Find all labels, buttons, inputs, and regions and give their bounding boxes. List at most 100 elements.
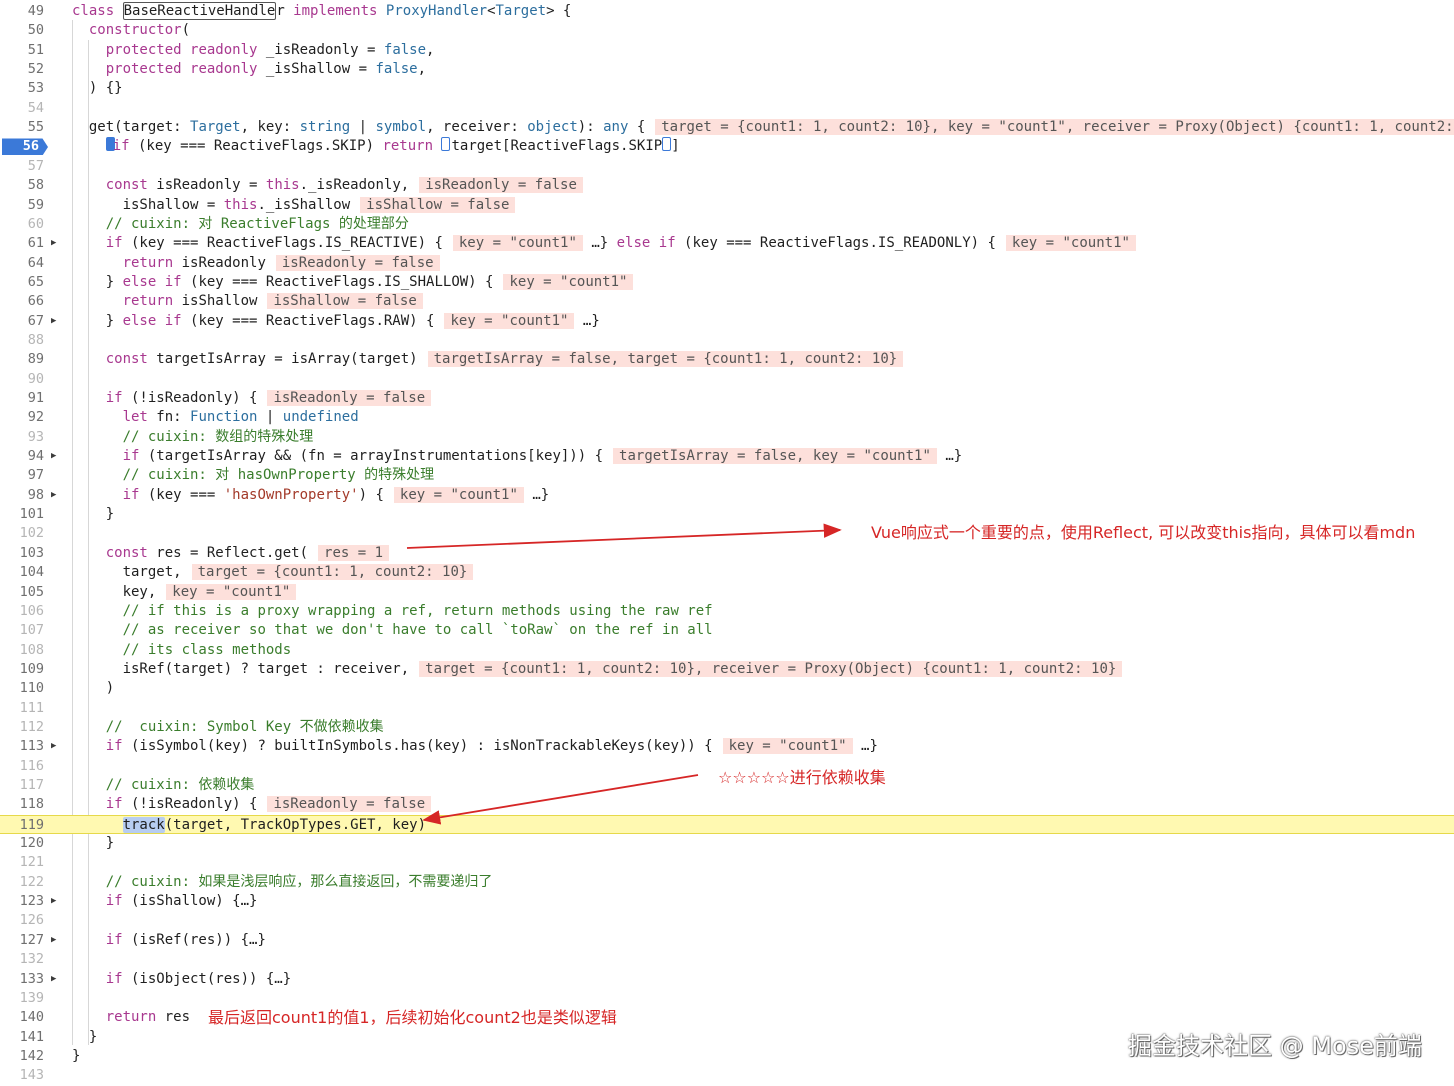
- fold-toggle-icon[interactable]: ▶: [51, 737, 61, 756]
- line-number[interactable]: 104: [0, 563, 44, 582]
- line-number[interactable]: 49: [0, 2, 44, 21]
- code-line-51[interactable]: 51 protected readonly _isReadonly = fals…: [0, 41, 1454, 60]
- code-line-53[interactable]: 53 ) {}: [0, 79, 1454, 98]
- code-line-143[interactable]: 143: [0, 1066, 1454, 1085]
- line-number[interactable]: 132: [0, 950, 44, 969]
- code-line-50[interactable]: 50 constructor(: [0, 21, 1454, 40]
- line-number[interactable]: 113: [0, 737, 44, 756]
- line-number[interactable]: 58: [0, 176, 44, 195]
- line-number[interactable]: 112: [0, 718, 44, 737]
- line-number[interactable]: 61: [0, 234, 44, 253]
- code-line-90[interactable]: 90: [0, 370, 1454, 389]
- line-number[interactable]: 122: [0, 873, 44, 892]
- fold-toggle-icon[interactable]: ▶: [51, 892, 61, 911]
- line-number[interactable]: 89: [0, 350, 44, 369]
- line-number[interactable]: 121: [0, 853, 44, 872]
- line-number[interactable]: 94: [0, 447, 44, 466]
- code-line-121[interactable]: 121: [0, 853, 1454, 872]
- line-number[interactable]: 127: [0, 931, 44, 950]
- code-line-97[interactable]: 97 // cuixin: 对 hasOwnProperty 的特殊处理: [0, 466, 1454, 485]
- line-number[interactable]: 55: [0, 118, 44, 137]
- line-number[interactable]: 142: [0, 1047, 44, 1066]
- line-number[interactable]: 88: [0, 331, 44, 350]
- line-number[interactable]: 59: [0, 196, 44, 215]
- fold-toggle-icon[interactable]: ▶: [51, 234, 61, 253]
- line-number[interactable]: 109: [0, 660, 44, 679]
- line-number[interactable]: 102: [0, 524, 44, 543]
- code-line-120[interactable]: 120 }: [0, 834, 1454, 853]
- line-number[interactable]: 67: [0, 312, 44, 331]
- line-number[interactable]: 64: [0, 254, 44, 273]
- code-line-109[interactable]: 109 isRef(target) ? target : receiver, ta…: [0, 660, 1454, 679]
- line-number[interactable]: 50: [0, 21, 44, 40]
- code-line-133[interactable]: 133 ▶ if (isObject(res)) {…}: [0, 970, 1454, 989]
- code-line-123[interactable]: 123 ▶ if (isShallow) {…}: [0, 892, 1454, 911]
- code-line-104[interactable]: 104 target, target = {count1: 1, count2: …: [0, 563, 1454, 582]
- code-line-103[interactable]: 103 const res = Reflect.get(res = 1: [0, 544, 1454, 563]
- line-number[interactable]: 117: [0, 776, 44, 795]
- line-number[interactable]: 111: [0, 699, 44, 718]
- line-number[interactable]: 93: [0, 428, 44, 447]
- fold-toggle-icon[interactable]: ▶: [51, 312, 61, 331]
- line-number[interactable]: 120: [0, 834, 44, 853]
- line-number[interactable]: 110: [0, 679, 44, 698]
- code-line-56[interactable]: 56 if (key === ReactiveFlags.SKIP) retur…: [0, 137, 1454, 156]
- code-line-52[interactable]: 52 protected readonly _isShallow = false…: [0, 60, 1454, 79]
- line-number[interactable]: 143: [0, 1066, 44, 1085]
- code-line-98[interactable]: 98 ▶ if (key === 'hasOwnProperty') {key =…: [0, 486, 1454, 505]
- line-number[interactable]: 119: [0, 816, 44, 835]
- line-number[interactable]: 52: [0, 60, 44, 79]
- code-line-65[interactable]: 65 } else if (key === ReactiveFlags.IS_S…: [0, 273, 1454, 292]
- line-number[interactable]: 54: [0, 99, 44, 118]
- code-line-112[interactable]: 112 // cuixin: Symbol Key 不做依赖收集: [0, 718, 1454, 737]
- line-number[interactable]: 116: [0, 757, 44, 776]
- code-line-91[interactable]: 91 if (!isReadonly) {isReadonly = false: [0, 389, 1454, 408]
- code-line-94[interactable]: 94 ▶ if (targetIsArray && (fn = arrayInst…: [0, 447, 1454, 466]
- code-line-108[interactable]: 108 // its class methods: [0, 641, 1454, 660]
- line-number[interactable]: 91: [0, 389, 44, 408]
- fold-toggle-icon[interactable]: ▶: [51, 447, 61, 466]
- line-number[interactable]: 53: [0, 79, 44, 98]
- code-line-67[interactable]: 67 ▶ } else if (key === ReactiveFlags.RAW…: [0, 312, 1454, 331]
- fold-toggle-icon[interactable]: ▶: [51, 931, 61, 950]
- line-number[interactable]: 98: [0, 486, 44, 505]
- line-number[interactable]: 65: [0, 273, 44, 292]
- line-number[interactable]: 51: [0, 41, 44, 60]
- code-line-126[interactable]: 126: [0, 911, 1454, 930]
- code-line-61[interactable]: 61 ▶ if (key === ReactiveFlags.IS_REACTIV…: [0, 234, 1454, 253]
- code-line-59[interactable]: 59 isShallow = this._isShallow isShallow …: [0, 196, 1454, 215]
- line-number[interactable]: 139: [0, 989, 44, 1008]
- code-line-58[interactable]: 58 const isReadonly = this._isReadonly, i…: [0, 176, 1454, 195]
- code-line-105[interactable]: 105 key, key = "count1": [0, 583, 1454, 602]
- line-number[interactable]: 108: [0, 641, 44, 660]
- code-line-107[interactable]: 107 // as receiver so that we don't have…: [0, 621, 1454, 640]
- code-line-111[interactable]: 111: [0, 699, 1454, 718]
- code-line-93[interactable]: 93 // cuixin: 数组的特殊处理: [0, 428, 1454, 447]
- code-line-127[interactable]: 127 ▶ if (isRef(res)) {…}: [0, 931, 1454, 950]
- line-number[interactable]: 126: [0, 911, 44, 930]
- code-line-88[interactable]: 88: [0, 331, 1454, 350]
- line-number[interactable]: 105: [0, 583, 44, 602]
- line-number[interactable]: 103: [0, 544, 44, 563]
- code-line-66[interactable]: 66 return isShallow isShallow = false: [0, 292, 1454, 311]
- line-number[interactable]: 97: [0, 466, 44, 485]
- code-line-57[interactable]: 57: [0, 157, 1454, 176]
- line-number[interactable]: 66: [0, 292, 44, 311]
- fold-toggle-icon[interactable]: ▶: [51, 970, 61, 989]
- code-line-55[interactable]: 55 get(target: Target, key: string | sym…: [0, 118, 1454, 137]
- fold-toggle-icon[interactable]: ▶: [51, 486, 61, 505]
- line-number[interactable]: 123: [0, 892, 44, 911]
- breakpoint-marker[interactable]: 56: [2, 138, 48, 156]
- line-number[interactable]: 57: [0, 157, 44, 176]
- line-number[interactable]: 107: [0, 621, 44, 640]
- code-line-106[interactable]: 106 // if this is a proxy wrapping a ref…: [0, 602, 1454, 621]
- code-line-60[interactable]: 60 // cuixin: 对 ReactiveFlags 的处理部分: [0, 215, 1454, 234]
- code-line-110[interactable]: 110 ): [0, 679, 1454, 698]
- code-line-92[interactable]: 92 let fn: Function | undefined: [0, 408, 1454, 427]
- line-number[interactable]: 118: [0, 795, 44, 814]
- line-number[interactable]: 60: [0, 215, 44, 234]
- code-line-119[interactable]: 119 track(target, TrackOpTypes.GET, key): [0, 814, 1454, 835]
- code-line-49[interactable]: 49 class BaseReactiveHandler implements P…: [0, 2, 1454, 21]
- line-number[interactable]: 92: [0, 408, 44, 427]
- line-number[interactable]: 140: [0, 1008, 44, 1027]
